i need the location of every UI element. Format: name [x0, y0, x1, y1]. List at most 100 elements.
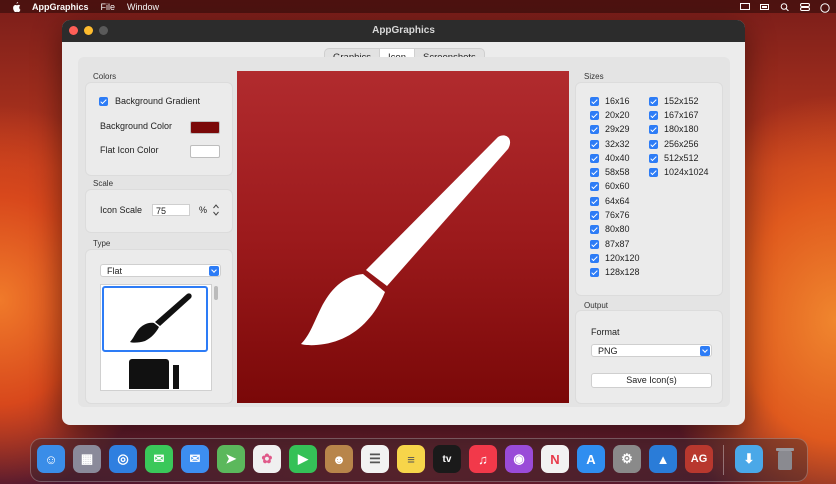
size-40x40[interactable]: 40x40 — [590, 153, 630, 163]
type-section-label: Type — [93, 239, 111, 248]
safari-icon[interactable]: ◎ — [109, 445, 137, 473]
music-icon[interactable]: ♫ — [469, 445, 497, 473]
background-gradient-checkbox[interactable] — [99, 96, 108, 106]
size-checkbox[interactable] — [590, 124, 599, 134]
flat-icon-color-label: Flat Icon Color — [100, 145, 159, 155]
flat-brush-icon — [130, 293, 192, 343]
size-label: 128x128 — [605, 267, 640, 277]
size-checkbox[interactable] — [590, 267, 599, 277]
size-checkbox[interactable] — [590, 239, 599, 249]
size-180x180[interactable]: 180x180 — [649, 124, 699, 134]
icon-scale-field[interactable]: 75 — [152, 204, 190, 216]
size-label: 1024x1024 — [664, 167, 709, 177]
control-center-icon[interactable] — [800, 2, 810, 11]
flat-icon-color-well[interactable] — [190, 145, 220, 158]
size-checkbox[interactable] — [590, 253, 599, 263]
tv-icon[interactable]: tv — [433, 445, 461, 473]
chevron-down-icon — [209, 266, 219, 276]
type-option-flat[interactable] — [102, 286, 208, 352]
size-label: 58x58 — [605, 167, 630, 177]
news-icon[interactable]: N — [541, 445, 569, 473]
size-checkbox[interactable] — [649, 124, 658, 134]
status-icons — [740, 0, 830, 13]
mail-icon[interactable]: ✉ — [181, 445, 209, 473]
type-select[interactable]: Flat — [100, 264, 221, 277]
size-16x16[interactable]: 16x16 — [590, 96, 630, 106]
size-checkbox[interactable] — [590, 181, 599, 191]
type-option-filled[interactable] — [129, 359, 169, 389]
size-64x64[interactable]: 64x64 — [590, 196, 630, 206]
size-checkbox[interactable] — [590, 139, 599, 149]
size-checkbox[interactable] — [649, 96, 658, 106]
size-60x60[interactable]: 60x60 — [590, 181, 630, 191]
size-checkbox[interactable] — [590, 96, 599, 106]
size-checkbox[interactable] — [649, 167, 658, 177]
menu-window[interactable]: Window — [127, 2, 159, 12]
size-checkbox[interactable] — [590, 196, 599, 206]
format-select[interactable]: PNG — [591, 344, 712, 357]
size-checkbox[interactable] — [590, 210, 599, 220]
size-32x32[interactable]: 32x32 — [590, 139, 630, 149]
size-152x152[interactable]: 152x152 — [649, 96, 699, 106]
size-128x128[interactable]: 128x128 — [590, 267, 640, 277]
messages-icon[interactable]: ✉ — [145, 445, 173, 473]
siri-icon[interactable] — [820, 2, 830, 13]
trash-icon[interactable] — [771, 445, 799, 473]
colors-section-label: Colors — [93, 72, 117, 81]
size-checkbox[interactable] — [649, 139, 658, 149]
size-checkbox[interactable] — [649, 110, 658, 120]
downloads-icon[interactable]: ⬇ — [735, 445, 763, 473]
format-label: Format — [591, 327, 620, 337]
size-20x20[interactable]: 20x20 — [590, 110, 630, 120]
size-label: 152x152 — [664, 96, 699, 106]
facetime-icon[interactable]: ▶ — [289, 445, 317, 473]
background-color-well[interactable] — [190, 121, 220, 134]
appgraphics-icon[interactable]: AG — [685, 445, 713, 473]
size-checkbox[interactable] — [590, 153, 599, 163]
type-gallery — [100, 284, 212, 391]
launchpad-icon[interactable]: ▦ — [73, 445, 101, 473]
menu-app-name[interactable]: AppGraphics — [32, 2, 89, 12]
size-80x80[interactable]: 80x80 — [590, 224, 630, 234]
window-title: AppGraphics — [372, 25, 435, 36]
size-1024x1024[interactable]: 1024x1024 — [649, 167, 709, 177]
system-preferences-icon[interactable]: ⚙ — [613, 445, 641, 473]
search-icon[interactable] — [780, 2, 790, 11]
battery-icon[interactable] — [760, 3, 770, 11]
size-256x256[interactable]: 256x256 — [649, 139, 699, 149]
paintbrush-icon — [301, 135, 511, 346]
format-select-value: PNG — [598, 346, 618, 356]
size-87x87[interactable]: 87x87 — [590, 239, 630, 249]
size-label: 16x16 — [605, 96, 630, 106]
size-label: 256x256 — [664, 139, 699, 149]
finder-icon[interactable]: ☺ — [37, 445, 65, 473]
type-gallery-scrollbar[interactable] — [214, 286, 218, 300]
type-option-filled-shape — [173, 365, 179, 389]
podcasts-icon[interactable]: ◉ — [505, 445, 533, 473]
apple-menu-icon[interactable] — [12, 1, 21, 12]
size-checkbox[interactable] — [590, 167, 599, 177]
size-label: 87x87 — [605, 239, 630, 249]
size-checkbox[interactable] — [590, 110, 599, 120]
size-167x167[interactable]: 167x167 — [649, 110, 699, 120]
size-checkbox[interactable] — [590, 224, 599, 234]
size-29x29[interactable]: 29x29 — [590, 124, 630, 134]
save-icons-button[interactable]: Save Icon(s) — [591, 373, 712, 388]
size-76x76[interactable]: 76x76 — [590, 210, 630, 220]
vectornator-icon[interactable]: ▲ — [649, 445, 677, 473]
size-58x58[interactable]: 58x58 — [590, 167, 630, 177]
scale-section-label: Scale — [93, 179, 114, 188]
app-store-icon[interactable]: A — [577, 445, 605, 473]
menu-file[interactable]: File — [101, 2, 116, 12]
icon-scale-stepper[interactable] — [212, 203, 220, 217]
reminders-icon[interactable]: ☰ — [361, 445, 389, 473]
photos-icon[interactable]: ✿ — [253, 445, 281, 473]
type-select-value: Flat — [107, 266, 123, 276]
size-checkbox[interactable] — [649, 153, 658, 163]
contacts-icon[interactable]: ☻ — [325, 445, 353, 473]
notes-icon[interactable]: ≡ — [397, 445, 425, 473]
maps-icon[interactable]: ➤ — [217, 445, 245, 473]
size-512x512[interactable]: 512x512 — [649, 153, 699, 163]
display-icon[interactable] — [740, 2, 750, 11]
size-120x120[interactable]: 120x120 — [590, 253, 640, 263]
